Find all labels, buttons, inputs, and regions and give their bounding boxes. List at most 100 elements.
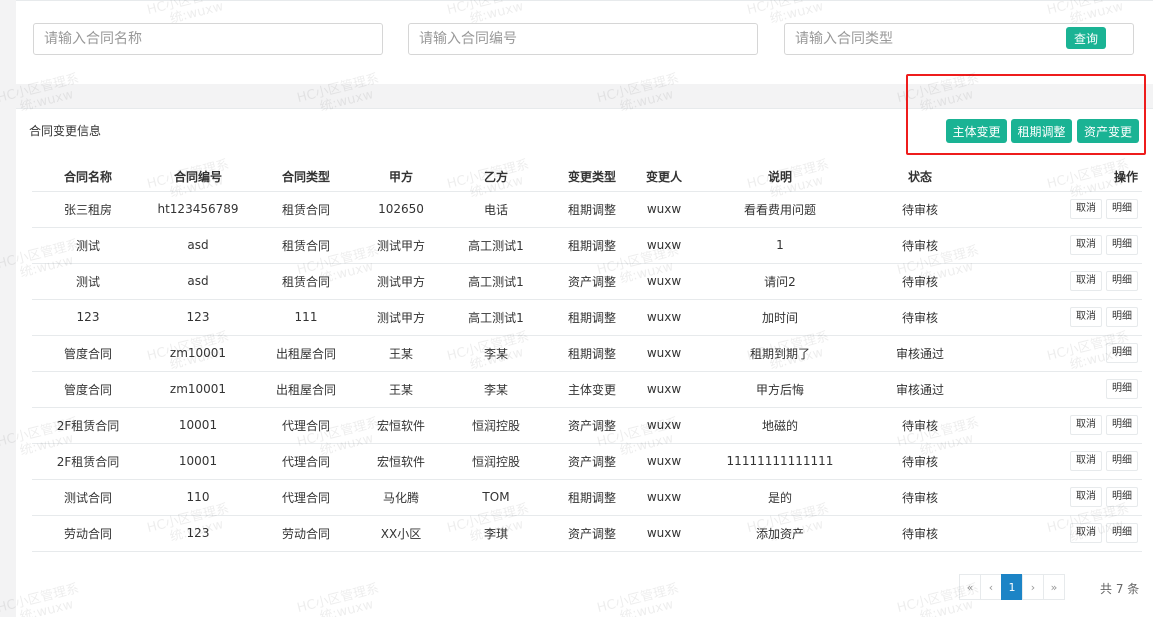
cancel-button[interactable]: 取消 bbox=[1070, 271, 1102, 291]
cell-name: 2F租赁合同 bbox=[32, 443, 144, 480]
cancel-button[interactable]: 取消 bbox=[1070, 235, 1102, 255]
cell-type: 劳动合同 bbox=[252, 515, 360, 552]
cell-changer: wuxw bbox=[634, 227, 694, 264]
page-1-button[interactable]: 1 bbox=[1001, 574, 1023, 600]
cell-ops: 明细 bbox=[974, 371, 1142, 408]
cell-ops: 取消 明细 bbox=[974, 443, 1142, 480]
first-page-button[interactable]: « bbox=[959, 574, 981, 600]
table-row: 2F租赁合同 10001 代理合同 宏恒软件 恒润控股 资产调整 wuxw 地磁… bbox=[32, 407, 1142, 444]
table-row: 管度合同 zm10001 出租屋合同 王某 李某 租期调整 wuxw 租期到期了… bbox=[32, 335, 1142, 372]
cancel-button[interactable]: 取消 bbox=[1070, 415, 1102, 435]
cell-name: 管度合同 bbox=[32, 335, 144, 372]
cell-party-a: XX小区 bbox=[360, 515, 442, 552]
cell-status: 待审核 bbox=[866, 299, 974, 336]
cell-ops: 取消 明细 bbox=[974, 515, 1142, 552]
cancel-button[interactable]: 取消 bbox=[1070, 199, 1102, 219]
cell-changer: wuxw bbox=[634, 191, 694, 228]
cell-change-type: 资产调整 bbox=[550, 443, 634, 480]
detail-button[interactable]: 明细 bbox=[1106, 451, 1138, 471]
cell-party-b: 恒润控股 bbox=[442, 407, 550, 444]
cell-ops: 明细 bbox=[974, 335, 1142, 372]
next-page-button[interactable]: › bbox=[1022, 574, 1044, 600]
detail-button[interactable]: 明细 bbox=[1106, 487, 1138, 507]
contract-code-input[interactable] bbox=[408, 23, 758, 55]
cell-change-type: 租期调整 bbox=[550, 227, 634, 264]
detail-button[interactable]: 明细 bbox=[1106, 415, 1138, 435]
cell-code: 10001 bbox=[144, 407, 252, 444]
detail-button[interactable]: 明细 bbox=[1106, 307, 1138, 327]
cell-type: 代理合同 bbox=[252, 479, 360, 516]
col-party-a: 甲方 bbox=[360, 163, 442, 192]
cell-name: 管度合同 bbox=[32, 371, 144, 408]
cancel-button[interactable]: 取消 bbox=[1070, 523, 1102, 543]
cell-change-type: 租期调整 bbox=[550, 335, 634, 372]
contract-name-input[interactable] bbox=[33, 23, 383, 55]
col-code: 合同编号 bbox=[144, 163, 252, 192]
cell-status: 待审核 bbox=[866, 263, 974, 300]
cell-code: 123 bbox=[144, 515, 252, 552]
highlight-box bbox=[906, 74, 1146, 155]
cell-party-a: 宏恒软件 bbox=[360, 443, 442, 480]
cell-type: 代理合同 bbox=[252, 443, 360, 480]
query-button[interactable]: 查询 bbox=[1066, 27, 1106, 49]
col-party-b: 乙方 bbox=[442, 163, 550, 192]
section-title: 合同变更信息 bbox=[29, 124, 102, 138]
cell-name: 劳动合同 bbox=[32, 515, 144, 552]
cell-ops: 取消 明细 bbox=[974, 227, 1142, 264]
cell-party-a: 测试甲方 bbox=[360, 263, 442, 300]
cell-party-b: 电话 bbox=[442, 191, 550, 228]
col-desc: 说明 bbox=[694, 163, 866, 192]
cell-desc: 请问2 bbox=[694, 263, 866, 300]
cell-changer: wuxw bbox=[634, 299, 694, 336]
last-page-button[interactable]: » bbox=[1043, 574, 1065, 600]
detail-button[interactable]: 明细 bbox=[1106, 343, 1138, 363]
cell-desc: 加时间 bbox=[694, 299, 866, 336]
cell-code: 123 bbox=[144, 299, 252, 336]
detail-button[interactable]: 明细 bbox=[1106, 379, 1138, 399]
cell-change-type: 主体变更 bbox=[550, 371, 634, 408]
cell-name: 张三租房 bbox=[32, 191, 144, 228]
cell-party-a: 马化腾 bbox=[360, 479, 442, 516]
detail-button[interactable]: 明细 bbox=[1106, 271, 1138, 291]
cell-type: 出租屋合同 bbox=[252, 335, 360, 372]
cell-desc: 看看费用问题 bbox=[694, 191, 866, 228]
cell-change-type: 资产调整 bbox=[550, 263, 634, 300]
cell-party-b: 高工测试1 bbox=[442, 299, 550, 336]
col-type: 合同类型 bbox=[252, 163, 360, 192]
cell-ops: 取消 明细 bbox=[974, 407, 1142, 444]
cell-party-b: 李琪 bbox=[442, 515, 550, 552]
cell-code: 110 bbox=[144, 479, 252, 516]
prev-page-button[interactable]: ‹ bbox=[980, 574, 1002, 600]
detail-button[interactable]: 明细 bbox=[1106, 523, 1138, 543]
table-row: 张三租房 ht123456789 租赁合同 102650 电话 租期调整 wux… bbox=[32, 191, 1142, 228]
col-change-type: 变更类型 bbox=[550, 163, 634, 192]
cancel-button[interactable]: 取消 bbox=[1070, 451, 1102, 471]
table-row: 测试 asd 租赁合同 测试甲方 高工测试1 资产调整 wuxw 请问2 待审核… bbox=[32, 263, 1142, 300]
cell-party-a: 102650 bbox=[360, 191, 442, 228]
cell-desc: 11111111111111 bbox=[694, 443, 866, 480]
table-header: 合同名称 合同编号 合同类型 甲方 乙方 变更类型 变更人 说明 状态 操作 bbox=[32, 163, 1142, 192]
detail-button[interactable]: 明细 bbox=[1106, 199, 1138, 219]
detail-button[interactable]: 明细 bbox=[1106, 235, 1138, 255]
cell-party-b: 李某 bbox=[442, 335, 550, 372]
cell-name: 测试 bbox=[32, 263, 144, 300]
table-row: 管度合同 zm10001 出租屋合同 王某 李某 主体变更 wuxw 甲方后悔 … bbox=[32, 371, 1142, 408]
cancel-button[interactable]: 取消 bbox=[1070, 307, 1102, 327]
cell-status: 待审核 bbox=[866, 515, 974, 552]
cell-party-a: 王某 bbox=[360, 335, 442, 372]
col-ops: 操作 bbox=[974, 163, 1142, 192]
cell-change-type: 租期调整 bbox=[550, 479, 634, 516]
cell-status: 待审核 bbox=[866, 443, 974, 480]
cell-type: 代理合同 bbox=[252, 407, 360, 444]
cell-type: 租赁合同 bbox=[252, 227, 360, 264]
cell-code: ht123456789 bbox=[144, 191, 252, 228]
table-row: 2F租赁合同 10001 代理合同 宏恒软件 恒润控股 资产调整 wuxw 11… bbox=[32, 443, 1142, 480]
table-row: 123 123 111 测试甲方 高工测试1 租期调整 wuxw 加时间 待审核… bbox=[32, 299, 1142, 336]
cell-desc: 甲方后悔 bbox=[694, 371, 866, 408]
cell-name: 123 bbox=[32, 299, 144, 336]
col-status: 状态 bbox=[866, 163, 974, 192]
cell-changer: wuxw bbox=[634, 263, 694, 300]
table-row: 测试 asd 租赁合同 测试甲方 高工测试1 租期调整 wuxw 1 待审核 取… bbox=[32, 227, 1142, 264]
cell-changer: wuxw bbox=[634, 371, 694, 408]
cancel-button[interactable]: 取消 bbox=[1070, 487, 1102, 507]
